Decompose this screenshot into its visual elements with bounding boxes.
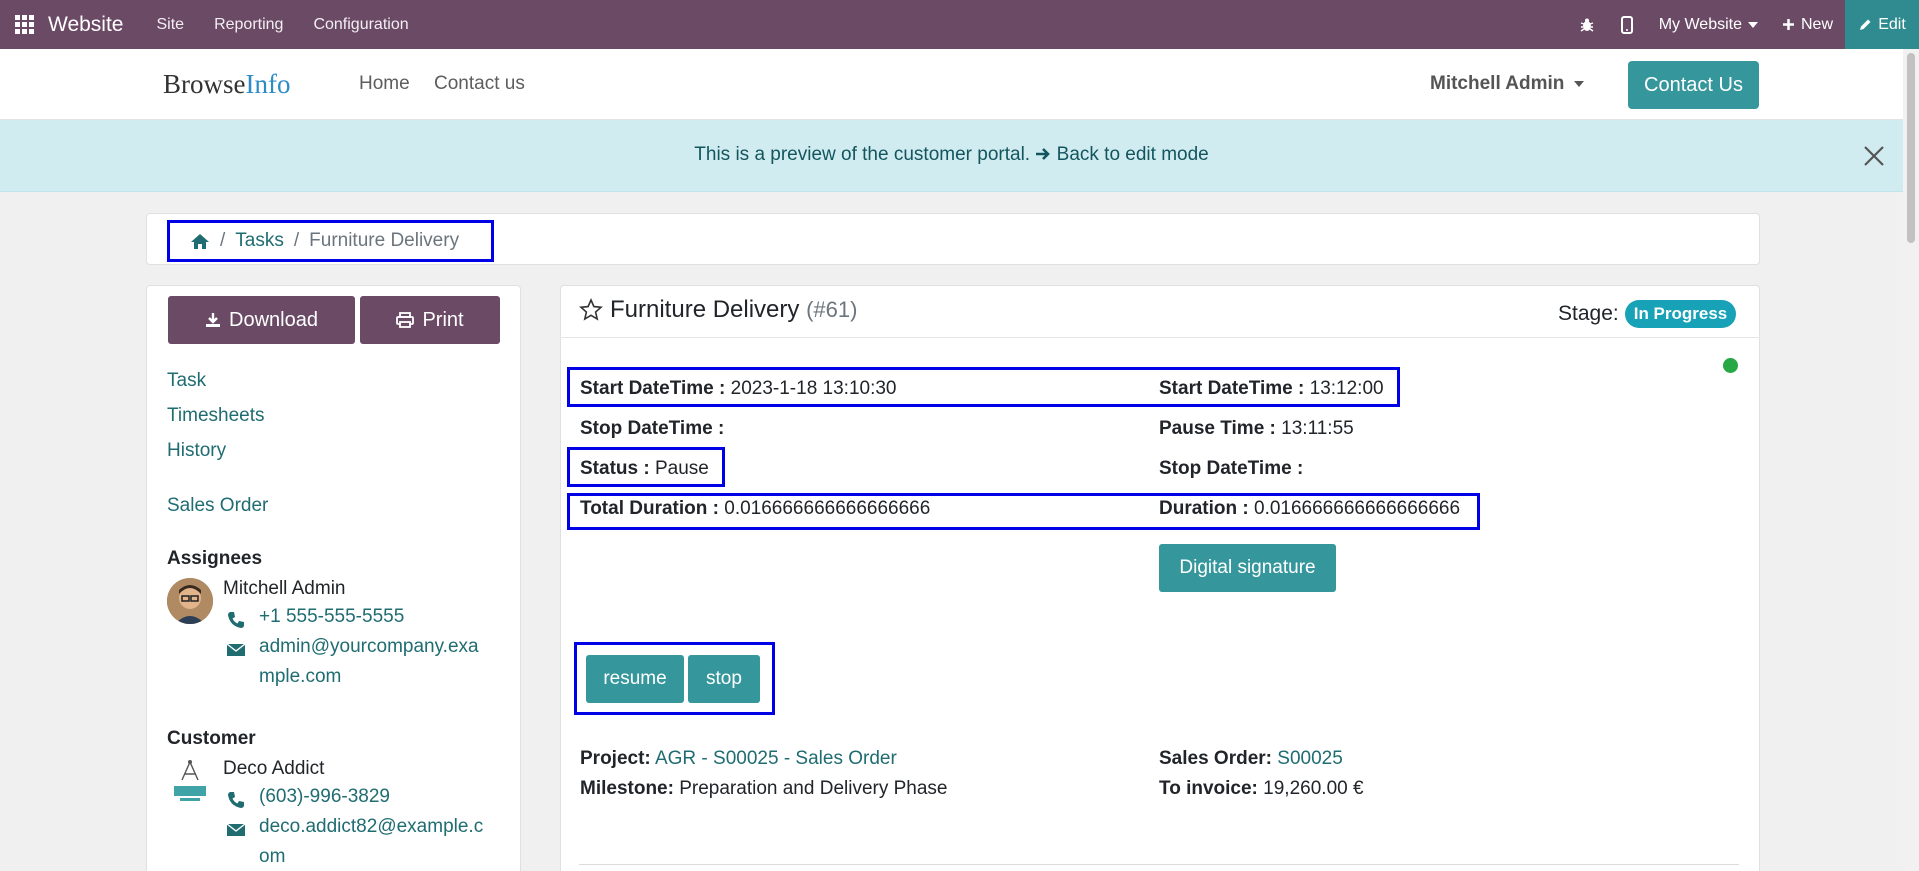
scrollbar-thumb[interactable]: [1907, 53, 1915, 243]
plus-icon: [1782, 19, 1794, 30]
field-start-datetime: Start DateTime : 2023-1-18 13:10:30: [580, 378, 897, 399]
status-badge: In Progress: [1624, 300, 1737, 328]
resume-button[interactable]: resume: [586, 655, 684, 703]
mobile-preview-icon[interactable]: [1607, 0, 1647, 49]
print-button[interactable]: Print: [360, 296, 500, 344]
user-menu[interactable]: Mitchell Admin: [1430, 73, 1585, 95]
admin-topbar: Website Site Reporting Configuration My …: [0, 0, 1919, 49]
portal-preview-banner: This is a preview of the customer portal…: [0, 120, 1903, 192]
assignee-email-line2: mple.com: [259, 666, 342, 687]
sales-order-link[interactable]: S00025: [1277, 748, 1343, 769]
download-label: Download: [229, 308, 318, 331]
phone-icon: [228, 612, 244, 628]
assignees-heading: Assignees: [167, 548, 263, 569]
stage-label: Stage:: [1558, 302, 1619, 325]
to-invoice-line: To invoice: 19,260.00 €: [1159, 778, 1364, 799]
printer-icon: [396, 312, 415, 328]
menu-reporting[interactable]: Reporting: [199, 16, 298, 34]
download-icon: [206, 313, 221, 327]
back-to-edit-label: Back to edit mode: [1056, 144, 1209, 165]
user-name: Mitchell Admin: [1430, 73, 1565, 94]
site-logo[interactable]: BrowseInfo: [163, 69, 290, 100]
field-start-datetime-2: Start DateTime : 13:12:00: [1159, 378, 1384, 399]
assignee-phone[interactable]: +1 555-555-5555: [259, 602, 404, 632]
back-to-edit-link[interactable]: Back to edit mode: [1035, 144, 1209, 165]
breadcrumb-tasks[interactable]: Tasks: [235, 230, 284, 252]
field-stop-datetime-2: Stop DateTime :: [1159, 458, 1304, 479]
field-pause-time: Pause Time : 13:11:55: [1159, 418, 1354, 439]
chevron-down-icon: [1747, 21, 1758, 28]
my-website-label: My Website: [1658, 15, 1742, 33]
nav-contact-us[interactable]: Contact us: [434, 73, 525, 95]
customer-name: Deco Addict: [223, 758, 325, 779]
my-website-dropdown[interactable]: My Website: [1647, 16, 1770, 34]
assignee-email[interactable]: admin@yourcompany.exa mple.com: [259, 632, 479, 692]
chevron-down-icon: [1574, 81, 1585, 87]
sidebar-link-timesheets[interactable]: Timesheets: [167, 405, 265, 427]
edit-button[interactable]: Edit: [1845, 0, 1919, 49]
card-header-divider: [560, 337, 1760, 338]
assignee-name: Mitchell Admin: [223, 578, 346, 599]
new-button[interactable]: New: [1770, 16, 1845, 34]
banner-message: This is a preview of the customer portal…: [694, 144, 1031, 165]
home-icon[interactable]: [190, 233, 210, 250]
task-number: (#61): [806, 297, 858, 322]
site-header: BrowseInfo Home Contact us Mitchell Admi…: [0, 49, 1903, 120]
customer-email-line1: deco.addict82@example.c: [259, 816, 484, 837]
new-label: New: [1800, 15, 1833, 33]
breadcrumb-separator: /: [220, 230, 226, 251]
arrow-right-icon: [1036, 148, 1051, 160]
avatar: [167, 578, 213, 624]
customer-email-line2: om: [259, 846, 286, 867]
assignee-email-line1: admin@yourcompany.exa: [259, 636, 479, 657]
breadcrumb-separator: /: [293, 230, 300, 251]
page-scrollbar[interactable]: [1903, 49, 1919, 871]
field-status: Status : Pause: [580, 458, 709, 479]
field-total-duration: Total Duration : 0.016666666666666666: [580, 498, 931, 519]
field-stop-datetime: Stop DateTime :: [580, 418, 725, 439]
star-icon[interactable]: [579, 298, 603, 322]
task-title-text: Furniture Delivery: [610, 296, 800, 323]
apps-menu-icon[interactable]: [0, 0, 48, 49]
sidebar-link-sales-order[interactable]: Sales Order: [167, 495, 268, 517]
pencil-icon: [1860, 19, 1871, 30]
kanban-state-indicator: [1723, 358, 1738, 373]
stage-indicator: Stage: In Progress: [1558, 300, 1737, 328]
contact-us-button[interactable]: Contact Us: [1628, 61, 1759, 109]
envelope-icon: [226, 643, 246, 656]
project-line: Project: AGR - S00025 - Sales Order: [580, 748, 897, 769]
close-icon[interactable]: [1862, 144, 1886, 168]
customer-phone[interactable]: (603)-996-3829: [259, 782, 390, 812]
breadcrumb-current: Furniture Delivery: [309, 230, 460, 251]
task-title: Furniture Delivery (#61): [610, 296, 857, 324]
divider: [579, 864, 1739, 865]
download-button[interactable]: Download: [168, 296, 355, 344]
customer-heading: Customer: [167, 728, 256, 749]
field-duration: Duration : 0.016666666666666666: [1159, 498, 1461, 519]
logo-text-info: Info: [245, 69, 291, 99]
sidebar-link-history[interactable]: History: [167, 440, 226, 462]
breadcrumb: / Tasks / Furniture Delivery: [167, 220, 494, 262]
bug-icon[interactable]: [1567, 0, 1607, 49]
stop-button[interactable]: stop: [688, 655, 760, 703]
envelope-icon: [226, 823, 246, 836]
customer-logo: [174, 760, 206, 801]
print-label: Print: [422, 308, 464, 331]
app-name[interactable]: Website: [48, 13, 123, 37]
sales-order-line: Sales Order: S00025: [1159, 748, 1343, 769]
nav-home[interactable]: Home: [359, 73, 410, 95]
customer-email[interactable]: deco.addict82@example.c om: [259, 812, 483, 871]
edit-label: Edit: [1878, 15, 1906, 33]
sidebar-link-task[interactable]: Task: [167, 370, 206, 392]
project-link[interactable]: AGR - S00025 - Sales Order: [655, 748, 897, 769]
phone-icon: [228, 792, 244, 808]
digital-signature-button[interactable]: Digital signature: [1159, 544, 1336, 592]
menu-site[interactable]: Site: [141, 16, 199, 34]
menu-configuration[interactable]: Configuration: [298, 16, 423, 34]
milestone-line: Milestone: Preparation and Delivery Phas…: [580, 778, 948, 799]
logo-text-browse: Browse: [163, 69, 246, 99]
